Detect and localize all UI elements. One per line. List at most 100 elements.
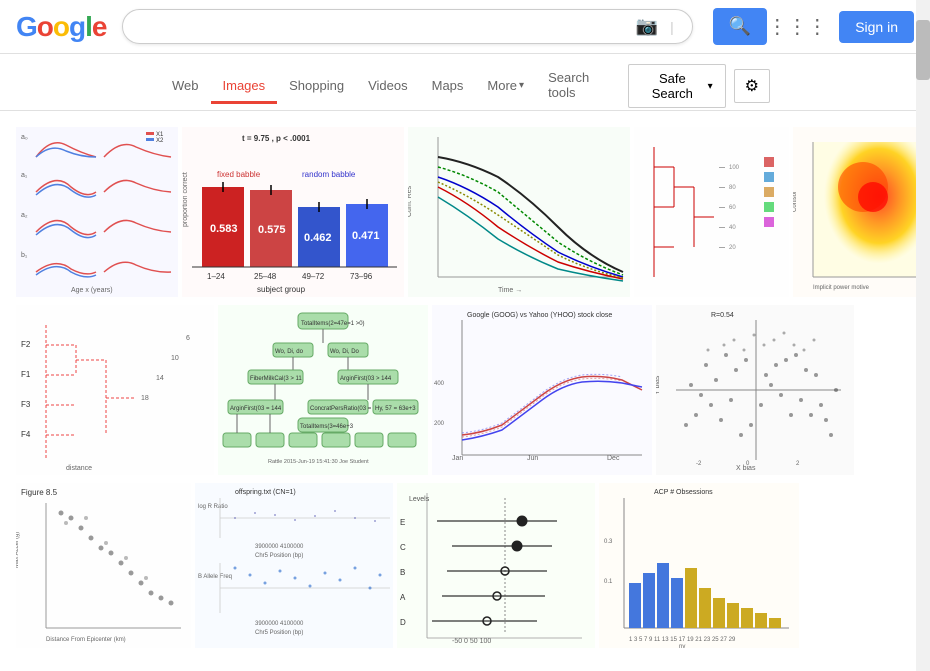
safe-search-label: Safe Search xyxy=(641,71,704,101)
svg-text:18: 18 xyxy=(141,395,149,402)
svg-text:0.575: 0.575 xyxy=(258,224,286,236)
svg-text:60: 60 xyxy=(729,205,736,211)
svg-text:log R Ratio: log R Ratio xyxy=(198,504,228,510)
svg-text:F2: F2 xyxy=(21,340,31,349)
svg-text:subject group: subject group xyxy=(257,285,306,294)
svg-text:6: 6 xyxy=(186,335,190,342)
svg-text:Figure 8.5: Figure 8.5 xyxy=(21,488,58,497)
svg-text:—: — xyxy=(719,165,725,171)
image-tile[interactable]: ACP # Obsessions 1 3 5 7 9 11 13 15 17 1… xyxy=(599,483,799,648)
svg-text:offspring.txt (CN=1): offspring.txt (CN=1) xyxy=(235,489,296,496)
image-tile[interactable]: offspring.txt (CN=1) log R Ratio 3900000… xyxy=(195,483,393,648)
svg-text:Levels: Levels xyxy=(409,496,430,503)
google-logo: Google xyxy=(16,11,106,43)
svg-text:A: A xyxy=(400,593,406,602)
svg-text:Google (GOOG) vs Yahoo (YHOO): Google (GOOG) vs Yahoo (YHOO) stock clos… xyxy=(467,312,612,319)
svg-text:-2: -2 xyxy=(696,461,702,467)
svg-text:0.462: 0.462 xyxy=(304,232,332,244)
svg-text:ACP # Obsessions: ACP # Obsessions xyxy=(654,489,713,496)
svg-text:3900000 4100000: 3900000 4100000 xyxy=(255,621,304,627)
svg-text:—: — xyxy=(719,225,725,231)
svg-text:B Allele Freq: B Allele Freq xyxy=(198,574,232,580)
nav-item-more[interactable]: More▾ xyxy=(475,70,536,104)
sign-in-button[interactable]: Sign in xyxy=(839,11,914,43)
svg-text:X2: X2 xyxy=(156,138,164,144)
image-tile[interactable]: Implicit power motive Cortisol xyxy=(793,127,930,297)
image-tile[interactable]: Figure 8.5 xyxy=(16,483,191,648)
svg-text:Chr5 Position (bp): Chr5 Position (bp) xyxy=(255,553,303,559)
image-tile[interactable]: E C B A D Levels xyxy=(397,483,595,648)
svg-text:fixed babble: fixed babble xyxy=(217,170,261,179)
svg-text:ArginFirst(03 = 144: ArginFirst(03 = 144 xyxy=(230,406,282,412)
nav-item-search-tools[interactable]: Search tools xyxy=(536,62,628,111)
svg-text:10: 10 xyxy=(171,355,179,362)
svg-text:200: 200 xyxy=(434,421,445,427)
svg-text:Chr5 Position (bp): Chr5 Position (bp) xyxy=(255,630,303,636)
safe-search-button[interactable]: Safe Search ▾ xyxy=(628,64,726,108)
svg-text:0.583: 0.583 xyxy=(210,223,238,235)
chevron-down-icon: ▾ xyxy=(708,81,713,92)
nav-item-web[interactable]: Web xyxy=(160,70,211,104)
svg-text:Rattle 2015-Jun-19 15:41:30 Jo: Rattle 2015-Jun-19 15:41:30 Joe Student xyxy=(268,459,369,465)
image-grid: a₀ a₁ a₂ b₁ xyxy=(0,111,930,668)
image-tile[interactable]: R=0.54 xyxy=(656,305,854,475)
svg-text:—: — xyxy=(719,245,725,251)
nav-right: Safe Search ▾ ⚙ xyxy=(628,64,770,108)
svg-text:-50 0 50 100: -50 0 50 100 xyxy=(452,638,491,645)
image-tile[interactable]: TotalItems(2=47e=1 >0) Wo, Di, do Wo, Di… xyxy=(218,305,428,475)
svg-text:Hy, 57 = 63e+3: Hy, 57 = 63e+3 xyxy=(375,406,416,412)
svg-text:E: E xyxy=(400,518,405,527)
svg-text:Wo, Di, Do: Wo, Di, Do xyxy=(330,349,360,355)
svg-text:a₁: a₁ xyxy=(21,172,28,179)
svg-text:Cum. Res: Cum. Res xyxy=(408,185,413,217)
svg-text:80: 80 xyxy=(729,185,736,191)
svg-text:400: 400 xyxy=(434,381,445,387)
apps-icon[interactable]: ⋮⋮⋮ xyxy=(767,14,827,39)
nav-item-maps[interactable]: Maps xyxy=(420,70,476,104)
search-button[interactable]: 🔍 xyxy=(713,8,767,45)
svg-text:Y bias: Y bias xyxy=(656,375,661,395)
image-tile[interactable]: Google (GOOG) vs Yahoo (YHOO) stock clos… xyxy=(432,305,652,475)
nav-bar: Web Images Shopping Videos Maps More▾ Se… xyxy=(0,54,930,111)
svg-text:Wo, Di, do: Wo, Di, do xyxy=(275,349,304,355)
svg-text:B: B xyxy=(400,568,405,577)
image-tile[interactable]: — — — — — 100 80 60 40 20 xyxy=(634,127,789,297)
camera-icon[interactable]: 📷 xyxy=(636,16,658,37)
nav-item-shopping[interactable]: Shopping xyxy=(277,70,356,104)
nav-item-videos[interactable]: Videos xyxy=(356,70,420,104)
image-tile[interactable]: Time → Cum. Res xyxy=(408,127,630,297)
image-tile[interactable]: t = 9.75 , p < .0001 fixed babble random… xyxy=(182,127,404,297)
svg-text:1 3 5 7 9 11 13 15 17 19 21 23: 1 3 5 7 9 11 13 15 17 19 21 23 25 27 29 xyxy=(629,637,736,643)
gear-icon: ⚙ xyxy=(745,78,759,95)
settings-button[interactable]: ⚙ xyxy=(734,69,770,103)
svg-text:TotalItems(3=46e+3: TotalItems(3=46e+3 xyxy=(300,424,354,430)
svg-text:distance: distance xyxy=(66,465,92,472)
image-row-1: a₀ a₁ a₂ b₁ xyxy=(16,127,914,297)
search-input[interactable]: fancy r plots xyxy=(137,18,635,36)
search-bar: fancy r plots 📷 | xyxy=(122,9,692,44)
svg-text:Jun: Jun xyxy=(527,455,538,462)
svg-text:proportion correct: proportion correct xyxy=(182,172,189,227)
svg-text:20: 20 xyxy=(729,245,736,251)
svg-text:TotalItems(2=47e=1 >0): TotalItems(2=47e=1 >0) xyxy=(301,321,365,327)
svg-text:14: 14 xyxy=(156,375,164,382)
scrollbar-thumb[interactable] xyxy=(916,20,930,80)
header: Google fancy r plots 📷 | 🔍 ⋮⋮⋮ Sign in xyxy=(0,0,930,54)
image-tile[interactable]: F2 F1 F3 F4 18 14 10 6 distance xyxy=(16,305,214,475)
svg-text:b₁: b₁ xyxy=(21,252,28,259)
header-right: ⋮⋮⋮ Sign in xyxy=(767,11,914,43)
svg-text:0.471: 0.471 xyxy=(352,230,380,242)
svg-text:random babble: random babble xyxy=(302,170,356,179)
svg-text:F1: F1 xyxy=(21,370,31,379)
svg-text:C: C xyxy=(400,543,406,552)
svg-text:1–24: 1–24 xyxy=(207,272,225,281)
svg-text:Implicit power motive: Implicit power motive xyxy=(813,285,870,291)
nav-item-images[interactable]: Images xyxy=(211,70,278,104)
scrollbar[interactable] xyxy=(916,0,930,671)
image-tile[interactable]: a₀ a₁ a₂ b₁ xyxy=(16,127,178,297)
svg-text:100: 100 xyxy=(729,165,740,171)
svg-text:Max Accel (g): Max Accel (g) xyxy=(16,532,20,568)
svg-text:25–48: 25–48 xyxy=(254,272,277,281)
svg-text:3900000 4100000: 3900000 4100000 xyxy=(255,544,304,550)
image-row-2: F2 F1 F3 F4 18 14 10 6 distance TotalIte… xyxy=(16,305,914,475)
